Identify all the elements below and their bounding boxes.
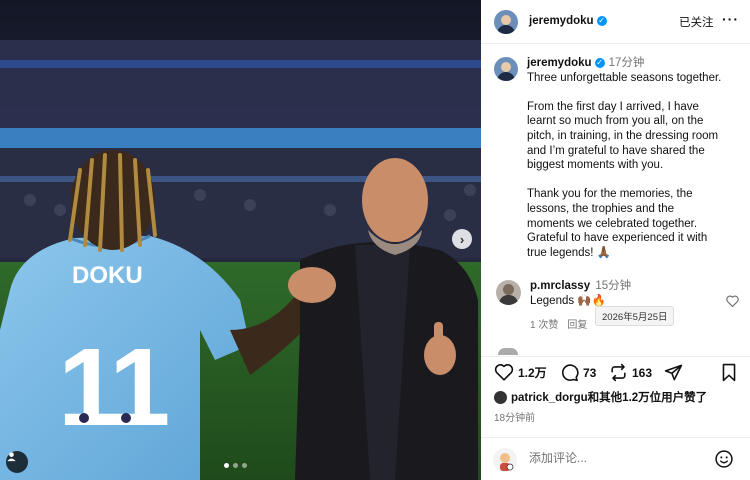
post-caption: jeremydoku ✓ 17分钟 Three unforgettable seas… [527, 56, 745, 260]
caption-line: lessons, the trophies and the [527, 202, 675, 215]
caption-line: true legends! 🙏🏾 [527, 246, 612, 259]
heart-icon [494, 364, 514, 381]
post-side-panel: jeremydoku ✓ 已关注 ··· jeremydoku ✓ 17分钟 Thre… [481, 0, 750, 480]
commenter-username[interactable]: p.mrclassy [530, 280, 590, 292]
caption-time: 17分钟 [608, 57, 645, 69]
post-actions-bar: 1.2万 73 163 [481, 356, 750, 386]
current-user-avatar [493, 448, 517, 472]
comment-count: 73 [583, 365, 597, 380]
carousel-dots [224, 463, 247, 468]
comment-like-heart-icon[interactable] [726, 295, 739, 307]
caption-line: and I’m grateful to have shared the [527, 144, 705, 157]
comment-button[interactable]: 73 [560, 363, 596, 382]
save-button[interactable] [721, 363, 737, 382]
emoji-icon[interactable] [714, 449, 734, 469]
premier-league-badge-icon [79, 413, 89, 423]
like-button[interactable]: 1.2万 [494, 363, 547, 381]
repost-count: 163 [632, 365, 653, 380]
share-button[interactable] [664, 363, 683, 382]
bookmark-icon [722, 363, 736, 382]
date-tooltip: 2026年5月25日 [595, 306, 675, 326]
author-avatar[interactable] [494, 10, 518, 34]
author-username[interactable]: jeremydoku ✓ [529, 15, 607, 27]
liker-avatar [494, 390, 507, 404]
comment-meta: 1 次赞 回复 [530, 316, 587, 331]
carousel-next-button[interactable]: › [452, 229, 472, 249]
repost-button[interactable]: 163 [609, 363, 652, 382]
caption-line: biggest moments with you. [527, 159, 664, 172]
next-comment-avatar [498, 348, 518, 355]
user-icon [7, 452, 16, 462]
liked-by[interactable]: patrick_dorgu和其他1.2万位用户赞了 [494, 389, 707, 405]
comment-bubble-icon [561, 364, 579, 382]
comments-scroll-area[interactable]: jeremydoku ✓ 17分钟 Three unforgettable seas… [481, 45, 750, 355]
photo-scene: DOKU 11 [0, 0, 481, 480]
premier-league-badge-icon [121, 413, 131, 423]
author-username-text[interactable]: jeremydoku [529, 15, 594, 27]
comment-item: p.mrclassy 15分钟 Legends 🙌🏾🔥 [530, 279, 730, 309]
mascot-icon [500, 453, 514, 471]
comment-reply-button[interactable]: 回复 [567, 316, 587, 331]
caption-line: pitch, in training, in the dressing room [527, 129, 719, 142]
post-photo[interactable]: DOKU 11 › [0, 0, 481, 480]
jersey-name: DOKU [72, 262, 143, 289]
caption-line: Grateful to have experienced it with [527, 232, 708, 245]
post-timestamp[interactable]: 18分钟前 [494, 409, 535, 424]
tagged-users-button[interactable] [6, 451, 28, 473]
more-options-icon[interactable]: ··· [722, 11, 739, 27]
caption-line: Three unforgettable seasons together. [527, 71, 722, 84]
carousel-dot-1[interactable] [224, 463, 229, 468]
comment-like-count[interactable]: 1 次赞 [530, 316, 558, 331]
caption-line: From the first day I arrived, I have [527, 100, 699, 113]
caption-line: learnt so much from you all, on the [527, 115, 704, 128]
repost-icon [611, 363, 626, 382]
verified-badge-icon: ✓ [596, 15, 607, 26]
caption-author-username[interactable]: jeremydoku [527, 57, 592, 69]
caption-line: moments we celebrated together. [527, 217, 698, 230]
send-icon [664, 364, 683, 381]
carousel-dot-2[interactable] [233, 463, 238, 468]
like-count: 1.2万 [518, 365, 547, 380]
liked-by-text: patrick_dorgu和其他1.2万位用户赞了 [511, 392, 708, 404]
verified-badge-icon: ✓ [594, 57, 605, 68]
add-comment-input[interactable] [529, 451, 699, 465]
following-button[interactable]: 已关注 [679, 14, 714, 30]
comment-time: 15分钟 [595, 280, 632, 292]
commenter-avatar[interactable] [496, 280, 521, 305]
jersey-number: 11 [58, 326, 168, 449]
caption-author-avatar[interactable] [494, 57, 518, 81]
add-comment-bar [481, 437, 750, 480]
caption-line: Thank you for the memories, the [527, 188, 693, 201]
carousel-dot-3[interactable] [242, 463, 247, 468]
post-header: jeremydoku ✓ 已关注 ··· [481, 0, 750, 44]
